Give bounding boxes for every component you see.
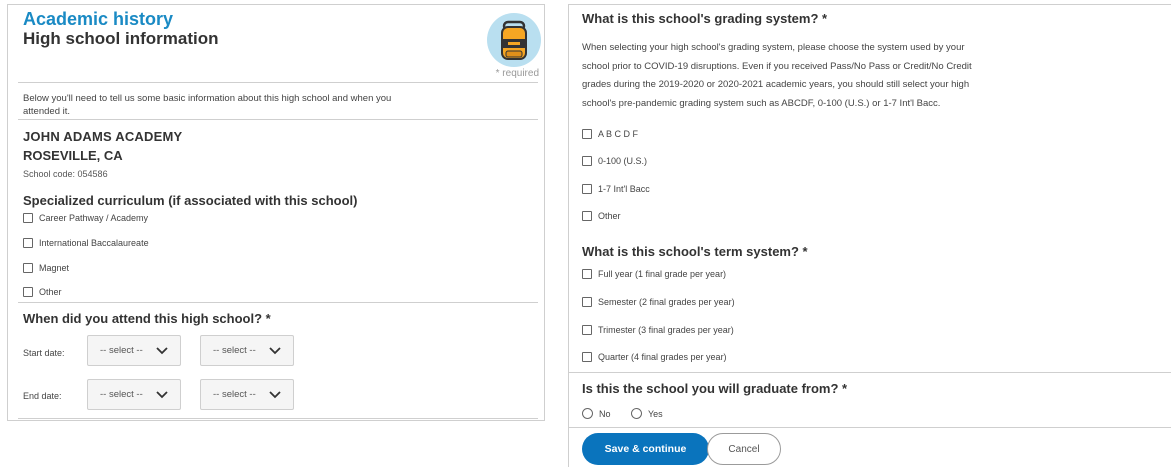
start-date-label: Start date:: [23, 348, 65, 358]
checkbox[interactable]: [23, 287, 33, 297]
high-school-info-panel: Academic history High school information…: [7, 4, 545, 421]
divider: [569, 427, 1171, 428]
school-location: ROSEVILLE, CA: [23, 148, 123, 163]
term-option-trimester[interactable]: Trimester (3 final grades per year): [582, 325, 734, 335]
checkbox-label: Trimester (3 final grades per year): [598, 325, 734, 335]
section-title: Academic history: [23, 9, 174, 29]
info-text: Below you'll need to tell us some basic …: [23, 93, 392, 117]
backpack-icon: [487, 13, 541, 67]
radio-label: No: [599, 408, 611, 419]
grading-instructions: When selecting your high school's gradin…: [582, 39, 1032, 113]
grading-instructions-line: grades during the 2019-2020 or 2020-2021…: [582, 79, 970, 90]
checkbox[interactable]: [23, 213, 33, 223]
school-code: School code: 054586: [23, 169, 108, 179]
grading-option-other[interactable]: Other: [582, 211, 621, 221]
graduate-question: Is this the school you will graduate fro…: [582, 381, 848, 396]
checkbox[interactable]: [582, 156, 592, 166]
grading-option-abcdf[interactable]: A B C D F: [582, 129, 638, 139]
term-option-semester[interactable]: Semester (2 final grades per year): [582, 297, 735, 307]
start-year-select[interactable]: -- select --: [200, 335, 294, 366]
grading-instructions-line: school prior to COVID-19 disruptions. Ev…: [582, 60, 972, 72]
end-year-select[interactable]: -- select --: [200, 379, 294, 410]
checkbox-label: Quarter (4 final grades per year): [598, 352, 727, 362]
checkbox[interactable]: [23, 238, 33, 248]
term-question: What is this school's term system? *: [582, 244, 808, 259]
grading-instructions-line: school's pre-pandemic grading system suc…: [582, 97, 941, 109]
checkbox[interactable]: [582, 269, 592, 279]
checkbox[interactable]: [582, 184, 592, 194]
radio-label: Yes: [648, 408, 663, 419]
radio-button[interactable]: [631, 408, 642, 419]
checkbox[interactable]: [582, 325, 592, 335]
checkbox-other[interactable]: Other: [23, 287, 62, 297]
checkbox-label: 1-7 Int'l Bacc: [598, 184, 650, 194]
checkbox-label: Other: [598, 211, 621, 221]
checkbox-label: Full year (1 final grade per year): [598, 269, 727, 279]
checkbox-career-pathway[interactable]: Career Pathway / Academy: [23, 213, 148, 223]
start-month-select[interactable]: -- select --: [87, 335, 181, 366]
page-title: High school information: [23, 29, 219, 48]
checkbox-international-baccalaureate[interactable]: International Baccalaureate: [23, 238, 149, 248]
term-option-quarter[interactable]: Quarter (4 final grades per year): [582, 352, 727, 362]
checkbox-label: Other: [39, 287, 62, 297]
chevron-down-icon: [269, 347, 281, 355]
checkbox-label: International Baccalaureate: [39, 238, 149, 248]
chevron-down-icon: [269, 391, 281, 399]
select-value: -- select --: [100, 345, 143, 356]
end-month-select[interactable]: -- select --: [87, 379, 181, 410]
divider: [18, 119, 538, 120]
attendance-heading: When did you attend this high school? *: [23, 311, 271, 326]
graduate-option-no[interactable]: No: [582, 408, 611, 419]
end-date-label: End date:: [23, 391, 62, 401]
term-option-full-year[interactable]: Full year (1 final grade per year): [582, 269, 726, 279]
checkbox[interactable]: [582, 297, 592, 307]
divider: [18, 82, 538, 83]
graduate-option-yes[interactable]: Yes: [631, 408, 663, 419]
radio-button[interactable]: [582, 408, 593, 419]
school-name: JOHN ADAMS ACADEMY: [23, 129, 183, 144]
checkbox[interactable]: [23, 263, 33, 273]
checkbox-label: A B C D F: [598, 129, 639, 139]
cancel-button[interactable]: Cancel: [707, 433, 781, 465]
checkbox-label: Career Pathway / Academy: [39, 213, 149, 223]
select-value: -- select --: [100, 389, 143, 400]
grading-option-1-7[interactable]: 1-7 Int'l Bacc: [582, 184, 650, 194]
select-value: -- select --: [213, 345, 256, 356]
curriculum-heading: Specialized curriculum (if associated wi…: [23, 193, 358, 208]
checkbox-label: 0-100 (U.S.): [598, 156, 648, 166]
divider: [18, 418, 538, 419]
checkbox[interactable]: [582, 211, 592, 221]
grading-option-0-100[interactable]: 0-100 (U.S.): [582, 156, 647, 166]
save-continue-button[interactable]: Save & continue: [582, 433, 709, 465]
chevron-down-icon: [156, 347, 168, 355]
divider: [18, 302, 538, 303]
checkbox[interactable]: [582, 352, 592, 362]
grading-question: What is this school's grading system? *: [582, 11, 828, 26]
required-note: * required: [495, 68, 539, 79]
checkbox[interactable]: [582, 129, 592, 139]
school-systems-panel: What is this school's grading system? * …: [568, 4, 1171, 467]
select-value: -- select --: [213, 389, 256, 400]
chevron-down-icon: [156, 391, 168, 399]
divider: [569, 372, 1171, 373]
checkbox-label: Magnet: [39, 263, 70, 273]
checkbox-label: Semester (2 final grades per year): [598, 297, 735, 307]
checkbox-magnet[interactable]: Magnet: [23, 263, 69, 273]
grading-instructions-line: When selecting your high school's gradin…: [582, 42, 965, 53]
